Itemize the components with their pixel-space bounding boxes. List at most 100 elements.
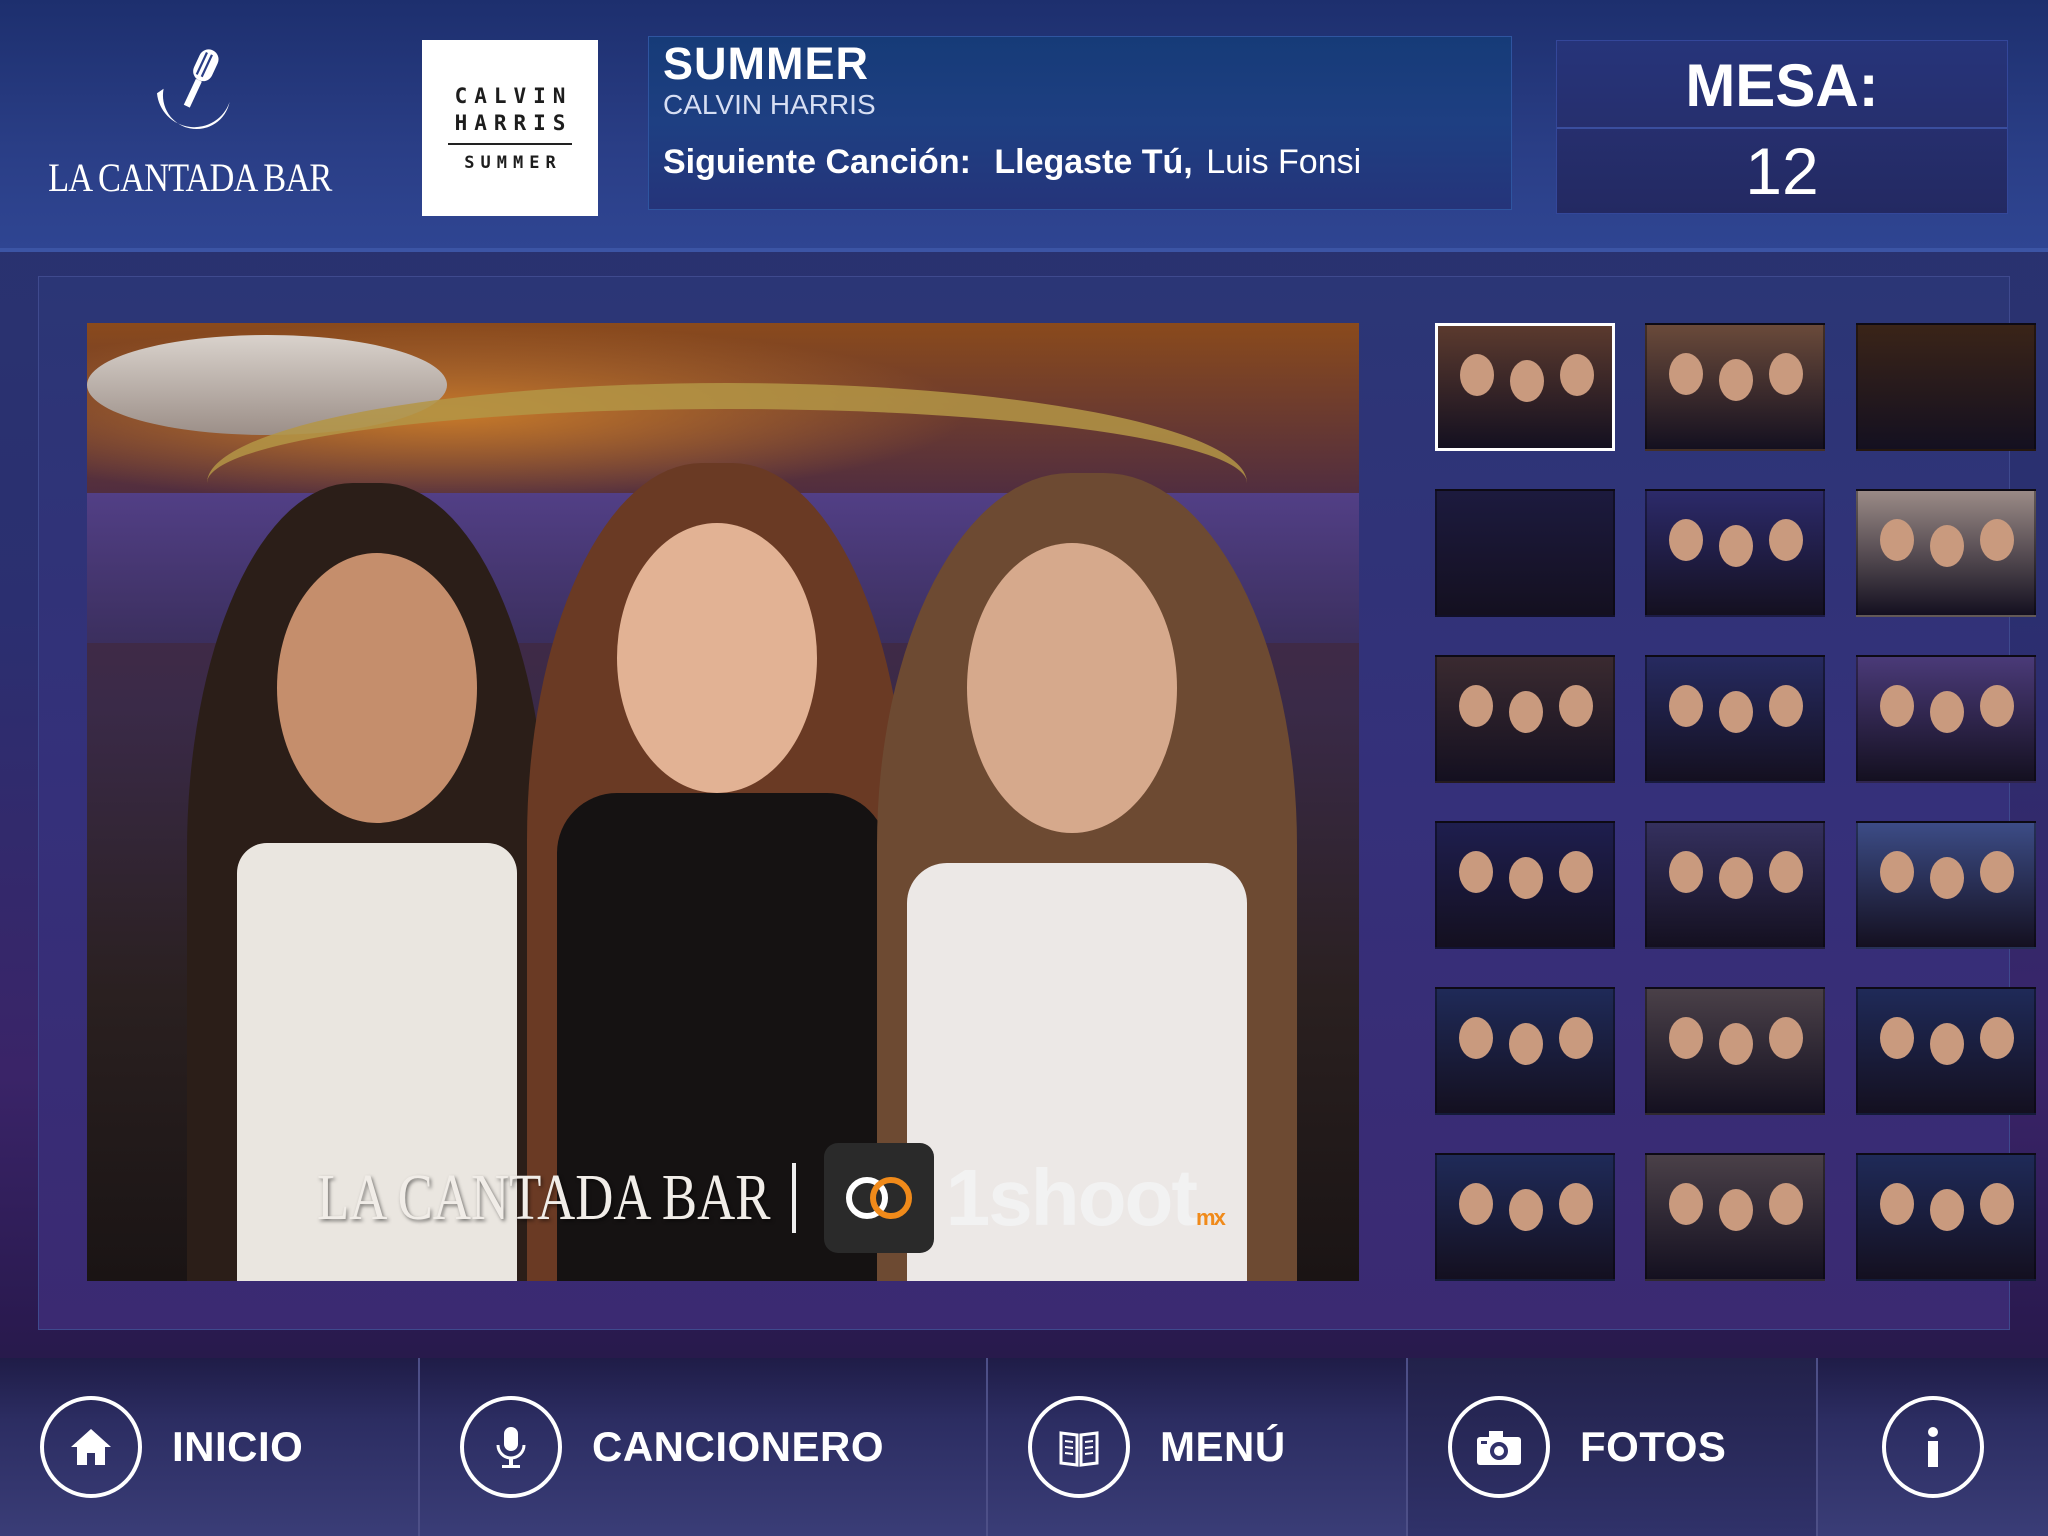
- song-title: SUMMER: [663, 38, 869, 89]
- info-icon: [1882, 1396, 1984, 1498]
- thumbnail-9[interactable]: [1856, 655, 2036, 783]
- thumbnail-person: [1560, 354, 1594, 396]
- thumbnail-person: [1769, 685, 1803, 727]
- thumbnail-person: [1509, 1023, 1543, 1065]
- thumbnail-person: [1459, 1183, 1493, 1225]
- thumbnail-3[interactable]: [1856, 323, 2036, 451]
- home-icon: [40, 1396, 142, 1498]
- photo-person-right-face: [967, 543, 1177, 833]
- thumbnail-12[interactable]: [1856, 821, 2036, 949]
- next-song: Siguiente Canción: Llegaste Tú, Luis Fon…: [663, 143, 1361, 182]
- thumbnail-7[interactable]: [1435, 655, 1615, 783]
- thumbnail-person: [1980, 1183, 2014, 1225]
- thumbnail-person: [1880, 685, 1914, 727]
- thumbnail-person: [1930, 1189, 1964, 1231]
- thumbnail-person: [1559, 685, 1593, 727]
- microphone-icon: [460, 1396, 562, 1498]
- brand-logo[interactable]: LA CANTADA BAR: [48, 36, 333, 226]
- thumbnail-6[interactable]: [1856, 489, 2036, 617]
- now-playing-panel: SUMMER CALVIN HARRIS Siguiente Canción: …: [648, 36, 1512, 210]
- thumbnail-person: [1930, 857, 1964, 899]
- thumbnail-person: [1509, 691, 1543, 733]
- thumbnail-person: [1559, 1017, 1593, 1059]
- thumbnail-8[interactable]: [1645, 655, 1825, 783]
- thumbnail-2[interactable]: [1645, 323, 1825, 451]
- thumbnail-person: [1930, 691, 1964, 733]
- next-song-artist: Luis Fonsi: [1206, 143, 1362, 181]
- thumbnail-person: [1769, 1017, 1803, 1059]
- nav-fotos[interactable]: FOTOS: [1406, 1358, 1816, 1536]
- album-divider: [448, 143, 572, 145]
- thumbnail-person: [1880, 1183, 1914, 1225]
- watermark-1shoot-text: 1shootmx: [945, 1152, 1226, 1244]
- thumbnail-17[interactable]: [1645, 1153, 1825, 1281]
- thumbnail-person: [1510, 360, 1544, 402]
- next-song-title: Llegaste Tú,: [994, 143, 1193, 181]
- thumbnail-person: [1669, 519, 1703, 561]
- thumbnail-person: [1880, 851, 1914, 893]
- table-number: 12: [1745, 134, 1819, 208]
- watermark-1shoot: 1shootmx: [823, 1143, 1226, 1253]
- thumbnail-person: [1459, 1017, 1493, 1059]
- nav-info[interactable]: [1816, 1358, 2048, 1536]
- thumbnail-5[interactable]: [1645, 489, 1825, 617]
- 1shoot-logo-icon: [823, 1143, 934, 1253]
- thumbnail-1[interactable]: [1435, 323, 1615, 451]
- thumbnail-person: [1460, 354, 1494, 396]
- thumbnail-person: [1880, 519, 1914, 561]
- table-label: MESA:: [1685, 52, 1879, 119]
- thumbnail-person: [1669, 685, 1703, 727]
- thumbnail-person: [1459, 851, 1493, 893]
- nav-fotos-label: FOTOS: [1580, 1423, 1727, 1470]
- header-bar: LA CANTADA BAR CALVIN HARRIS SUMMER SUMM…: [0, 0, 2048, 252]
- album-cover: CALVIN HARRIS SUMMER: [422, 40, 598, 216]
- nav-inicio-label: INICIO: [172, 1423, 304, 1470]
- thumbnail-person: [1719, 691, 1753, 733]
- thumbnail-person: [1980, 685, 2014, 727]
- thumbnail-person: [1669, 1183, 1703, 1225]
- thumbnail-person: [1930, 525, 1964, 567]
- album-line-3: SUMMER: [464, 153, 562, 173]
- thumbnail-14[interactable]: [1645, 987, 1825, 1115]
- thumbnail-person: [1509, 1189, 1543, 1231]
- photo-person-center-face: [617, 523, 817, 793]
- thumbnail-person: [1769, 1183, 1803, 1225]
- thumbnail-person: [1669, 851, 1703, 893]
- thumbnail-person: [1719, 1189, 1753, 1231]
- nav-menu[interactable]: MENÚ: [986, 1358, 1406, 1536]
- nav-cancionero-label: CANCIONERO: [592, 1423, 885, 1470]
- thumbnail-person: [1980, 519, 2014, 561]
- thumbnail-person: [1669, 1017, 1703, 1059]
- thumbnail-person: [1559, 1183, 1593, 1225]
- thumbnail-4[interactable]: [1435, 489, 1615, 617]
- table-number-panel: MESA: 12: [1556, 40, 2008, 214]
- song-artist: CALVIN HARRIS: [663, 89, 876, 120]
- thumbnail-person: [1719, 857, 1753, 899]
- thumbnail-15[interactable]: [1856, 987, 2036, 1115]
- thumbnail-person: [1509, 857, 1543, 899]
- table-divider: [1557, 127, 2007, 129]
- bottom-navigation: INICIO CANCIONERO MENÚ FOTOS: [0, 1358, 2048, 1536]
- thumbnail-person: [1719, 1023, 1753, 1065]
- thumbnail-16[interactable]: [1435, 1153, 1615, 1281]
- thumbnail-person: [1769, 851, 1803, 893]
- main-photo[interactable]: LA CANTADA BAR 1shootmx: [87, 323, 1359, 1281]
- watermark-domain: mx: [1196, 1205, 1226, 1230]
- thumbnail-person: [1719, 359, 1753, 401]
- thumbnail-13[interactable]: [1435, 987, 1615, 1115]
- nav-cancionero[interactable]: CANCIONERO: [418, 1358, 986, 1536]
- watermark-separator: [791, 1163, 796, 1233]
- photo-person-left-face: [277, 553, 477, 823]
- photo-watermark: LA CANTADA BAR 1shootmx: [317, 1143, 1226, 1253]
- thumbnail-person: [1769, 353, 1803, 395]
- nav-inicio[interactable]: INICIO: [0, 1358, 418, 1536]
- thumbnail-person: [1980, 851, 2014, 893]
- brand-name: LA CANTADA BAR: [48, 155, 332, 200]
- watermark-1shoot-name: 1shoot: [945, 1153, 1198, 1242]
- thumbnail-11[interactable]: [1645, 821, 1825, 949]
- thumbnail-10[interactable]: [1435, 821, 1615, 949]
- thumbnail-person: [1880, 1017, 1914, 1059]
- thumbnail-18[interactable]: [1856, 1153, 2036, 1281]
- next-song-label: Siguiente Canción:: [663, 143, 971, 181]
- camera-icon: [1448, 1396, 1550, 1498]
